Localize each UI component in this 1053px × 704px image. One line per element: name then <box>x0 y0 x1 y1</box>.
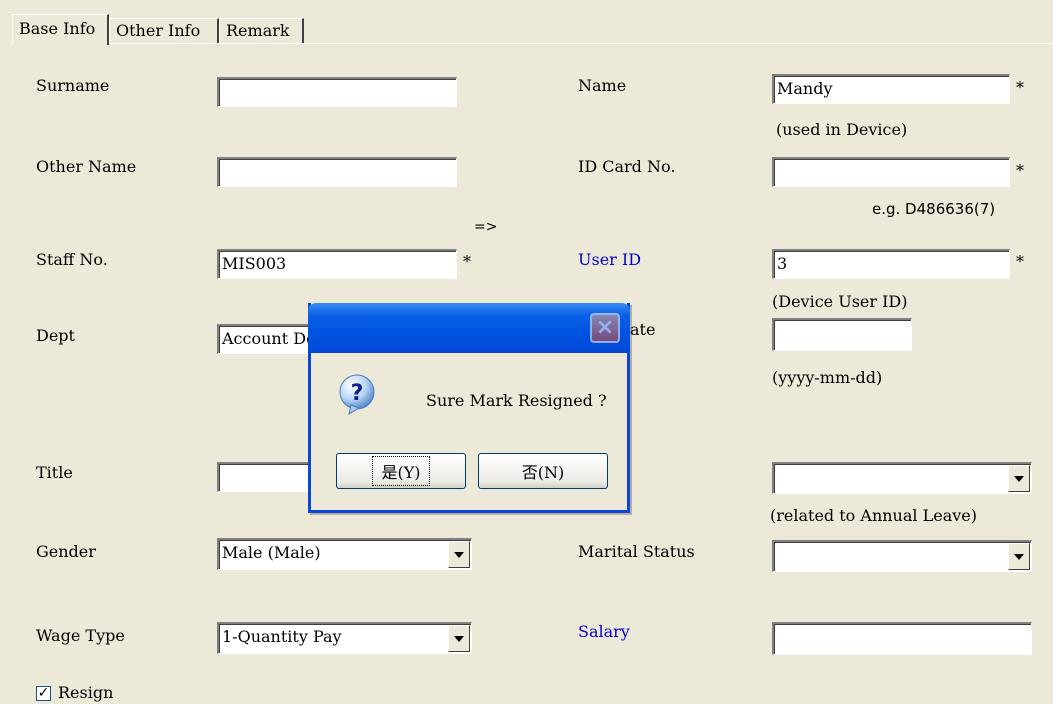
gender-label: Gender <box>36 542 96 561</box>
dialog-message: Sure Mark Resigned ? <box>426 391 607 410</box>
date-hint: (yyyy-mm-dd) <box>772 368 883 387</box>
resign-label[interactable]: Resign <box>58 683 113 702</box>
confirm-dialog: × ? Sure Mark Resigned ? 是(Y) 否(N) <box>308 303 630 513</box>
close-glyph: × <box>595 315 615 340</box>
annual-leave-hint: (related to Annual Leave) <box>770 506 977 525</box>
id-card-label: ID Card No. <box>578 157 676 176</box>
marital-status-select[interactable] <box>772 540 1032 572</box>
checkmark-icon: ✓ <box>37 685 50 701</box>
user-id-hint: (Device User ID) <box>772 292 908 311</box>
resign-checkbox[interactable]: ✓ <box>36 686 51 701</box>
chevron-down-icon[interactable] <box>1008 465 1030 492</box>
close-icon[interactable]: × <box>590 313 620 343</box>
dialog-titlebar[interactable]: × <box>308 303 630 353</box>
gender-value: Male (Male) <box>222 543 321 562</box>
wage-type-value: 1-Quantity Pay <box>222 627 342 646</box>
arrow-text: => <box>474 219 498 235</box>
name-hint: (used in Device) <box>776 120 908 139</box>
id-card-field[interactable] <box>772 157 1010 187</box>
tab-other-info[interactable]: Other Info <box>109 18 219 44</box>
other-name-field[interactable] <box>217 157 457 187</box>
id-card-hint: e.g. D486636(7) <box>872 200 996 218</box>
salary-label[interactable]: Salary <box>578 622 630 641</box>
wage-type-label: Wage Type <box>36 626 125 645</box>
annual-leave-combo[interactable] <box>772 462 1032 494</box>
surname-field[interactable] <box>217 77 457 107</box>
staff-no-required-mark: * <box>463 252 471 271</box>
tab-base-info[interactable]: Base Info <box>12 14 109 45</box>
tab-remark[interactable]: Remark <box>219 18 304 44</box>
no-button[interactable]: 否(N) <box>478 453 608 489</box>
tab-panel-border <box>12 43 1053 44</box>
svg-text:?: ? <box>351 381 364 406</box>
user-id-required-mark: * <box>1016 252 1024 271</box>
date-label-partial: ate <box>630 320 656 339</box>
question-icon: ? <box>339 374 375 415</box>
yes-button-label: 是(Y) <box>372 456 430 486</box>
dept-label: Dept <box>36 326 75 345</box>
title-label: Title <box>36 463 73 482</box>
other-name-label: Other Name <box>36 157 137 176</box>
marital-status-label: Marital Status <box>578 542 695 561</box>
name-field[interactable]: Mandy <box>772 74 1010 104</box>
chevron-down-icon[interactable] <box>1008 543 1030 570</box>
name-label: Name <box>578 76 627 95</box>
gender-select[interactable]: Male (Male) <box>217 538 472 570</box>
date-field[interactable] <box>772 318 912 351</box>
salary-field[interactable] <box>772 622 1032 655</box>
user-id-label[interactable]: User ID <box>578 250 641 269</box>
staff-no-field[interactable]: MIS003 <box>217 249 457 279</box>
no-button-label: 否(N) <box>521 463 565 482</box>
name-required-mark: * <box>1016 78 1024 97</box>
chevron-down-icon[interactable] <box>448 625 470 652</box>
chevron-down-icon[interactable] <box>448 541 470 568</box>
surname-label: Surname <box>36 76 110 95</box>
id-card-required-mark: * <box>1016 161 1024 180</box>
user-id-field[interactable]: 3 <box>772 249 1010 279</box>
wage-type-select[interactable]: 1-Quantity Pay <box>217 622 472 654</box>
yes-button[interactable]: 是(Y) <box>336 453 466 489</box>
staff-no-label: Staff No. <box>36 250 108 269</box>
